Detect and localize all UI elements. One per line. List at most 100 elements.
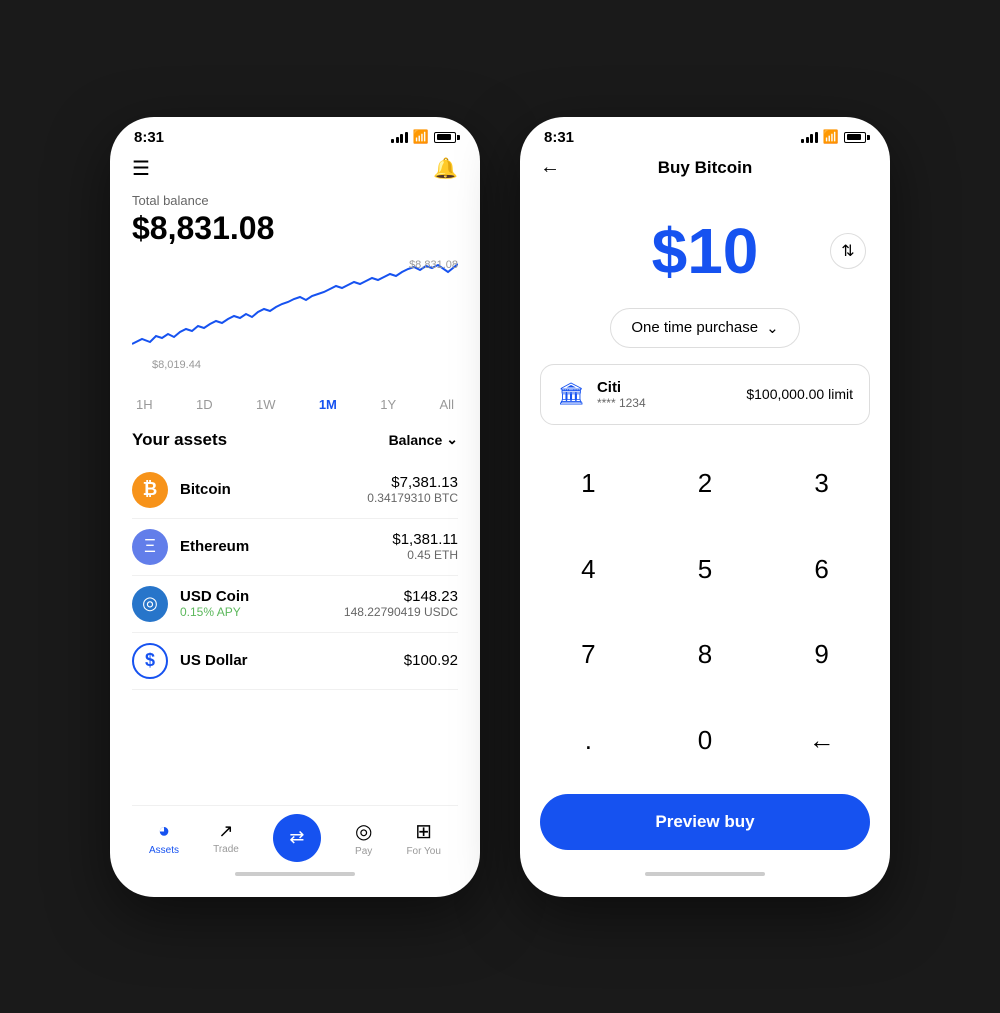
balance-label: Total balance	[132, 193, 458, 208]
trade-icon: ↗	[218, 821, 233, 842]
btc-amount: 0.34179310 BTC	[367, 491, 458, 505]
nav-trade[interactable]: ↗ Trade	[213, 821, 239, 855]
status-bar-right: 8:31 📶	[520, 117, 890, 150]
assets-icon: ◕	[158, 820, 170, 843]
home-indicator-left	[235, 872, 355, 876]
bank-info: Citi **** 1234	[597, 379, 734, 410]
chart-container: $8,831.08 $8,019.44	[132, 259, 458, 389]
bell-icon[interactable]: 🔔	[433, 156, 458, 181]
asset-list: ₿ Bitcoin $7,381.13 0.34179310 BTC Ξ Eth…	[132, 462, 458, 805]
left-phone-content: ☰ 🔔 Total balance $8,831.08 $8,831.08 $8…	[110, 150, 480, 880]
balance-sort[interactable]: Balance ⌄	[389, 431, 458, 448]
key-5[interactable]: 5	[647, 526, 764, 612]
btc-values: $7,381.13 0.34179310 BTC	[367, 474, 458, 505]
bank-number: **** 1234	[597, 396, 734, 410]
home-indicator-right	[645, 872, 765, 876]
filter-1d[interactable]: 1D	[192, 395, 217, 414]
asset-row-eth[interactable]: Ξ Ethereum $1,381.11 0.45 ETH	[132, 519, 458, 576]
chevron-down-icon-purchase: ⌄	[766, 319, 779, 337]
status-icons-left: 📶	[391, 129, 456, 145]
usd-values: $100.92	[404, 652, 458, 669]
preview-buy-button[interactable]: Preview buy	[540, 794, 870, 850]
purchase-type-dropdown[interactable]: One time purchase ⌄	[610, 308, 799, 348]
convert-icon: ⇅	[841, 241, 854, 261]
battery-icon	[434, 132, 456, 143]
filter-1m[interactable]: 1M	[315, 395, 341, 414]
usd-icon: $	[132, 643, 168, 679]
bottom-nav: ◕ Assets ↗ Trade ⇄ ◎ Pay ⊞ For You	[132, 805, 458, 866]
payment-card[interactable]: 🏛 Citi **** 1234 $100,000.00 limit	[540, 364, 870, 425]
right-phone: 8:31 📶 ← Buy Bitcoin $10 ⇅	[520, 117, 890, 897]
time-filters: 1H 1D 1W 1M 1Y All	[132, 395, 458, 414]
foryou-label: For You	[406, 846, 440, 857]
balance-amount: $8,831.08	[132, 210, 458, 247]
eth-icon: Ξ	[132, 529, 168, 565]
asset-row-usdc[interactable]: ◎ USD Coin 0.15% APY $148.23 148.2279041…	[132, 576, 458, 633]
usdc-icon: ◎	[132, 586, 168, 622]
filter-1y[interactable]: 1Y	[376, 395, 400, 414]
left-phone: 8:31 📶 ☰ 🔔 Total balance $8,831.08	[110, 117, 480, 897]
eth-values: $1,381.11 0.45 ETH	[392, 531, 458, 562]
page-title: Buy Bitcoin	[658, 158, 752, 178]
pay-icon: ◎	[355, 819, 372, 844]
pay-label: Pay	[355, 846, 372, 857]
top-nav: ☰ 🔔	[132, 150, 458, 193]
btc-value: $7,381.13	[367, 474, 458, 491]
key-8[interactable]: 8	[647, 612, 764, 698]
eth-name: Ethereum	[180, 538, 392, 555]
nav-assets[interactable]: ◕ Assets	[149, 820, 179, 856]
asset-row-btc[interactable]: ₿ Bitcoin $7,381.13 0.34179310 BTC	[132, 462, 458, 519]
chart-high-label: $8,831.08	[409, 259, 458, 271]
foryou-icon: ⊞	[415, 819, 432, 844]
purchase-type-section: One time purchase ⌄	[520, 308, 890, 364]
swap-icon: ⇄	[289, 827, 304, 848]
nav-swap-button[interactable]: ⇄	[273, 814, 321, 862]
right-phone-content: ← Buy Bitcoin $10 ⇅ One time purchase ⌄ …	[520, 150, 890, 880]
wifi-icon-right: 📶	[823, 129, 839, 145]
eth-amount: 0.45 ETH	[392, 548, 458, 562]
key-3[interactable]: 3	[763, 441, 880, 527]
key-9[interactable]: 9	[763, 612, 880, 698]
right-nav: ← Buy Bitcoin	[520, 150, 890, 190]
usdc-apy: 0.15% APY	[180, 605, 344, 619]
assets-header: Your assets Balance ⌄	[132, 430, 458, 450]
trade-label: Trade	[213, 844, 239, 855]
filter-1w[interactable]: 1W	[252, 395, 280, 414]
status-time-right: 8:31	[544, 129, 574, 146]
amount-section: $10 ⇅	[520, 190, 890, 308]
filter-all[interactable]: All	[436, 395, 458, 414]
numpad: 1 2 3 4 5 6 7 8 9 . 0 ←	[520, 441, 890, 784]
eth-info: Ethereum	[180, 538, 392, 555]
price-chart	[132, 259, 458, 369]
payment-section: 🏛 Citi **** 1234 $100,000.00 limit	[520, 364, 890, 441]
key-decimal[interactable]: .	[530, 698, 647, 784]
purchase-type-label: One time purchase	[631, 319, 758, 336]
menu-icon[interactable]: ☰	[132, 156, 150, 181]
usd-info: US Dollar	[180, 652, 404, 669]
usd-name: US Dollar	[180, 652, 404, 669]
filter-1h[interactable]: 1H	[132, 395, 157, 414]
usdc-values: $148.23 148.22790419 USDC	[344, 588, 458, 619]
usdc-amount: 148.22790419 USDC	[344, 605, 458, 619]
btc-info: Bitcoin	[180, 481, 367, 498]
key-2[interactable]: 2	[647, 441, 764, 527]
back-button[interactable]: ←	[540, 156, 560, 179]
asset-row-usd[interactable]: $ US Dollar $100.92	[132, 633, 458, 690]
key-7[interactable]: 7	[530, 612, 647, 698]
key-1[interactable]: 1	[530, 441, 647, 527]
preview-section: Preview buy	[520, 784, 890, 866]
usdc-value: $148.23	[344, 588, 458, 605]
key-0[interactable]: 0	[647, 698, 764, 784]
key-4[interactable]: 4	[530, 526, 647, 612]
status-bar-left: 8:31 📶	[110, 117, 480, 150]
status-icons-right: 📶	[801, 129, 866, 145]
signal-icon	[391, 132, 408, 143]
nav-pay[interactable]: ◎ Pay	[355, 819, 372, 857]
eth-value: $1,381.11	[392, 531, 458, 548]
balance-section: Total balance $8,831.08	[132, 193, 458, 247]
key-backspace[interactable]: ←	[763, 698, 880, 784]
convert-button[interactable]: ⇅	[830, 233, 866, 269]
key-6[interactable]: 6	[763, 526, 880, 612]
signal-icon-right	[801, 132, 818, 143]
nav-foryou[interactable]: ⊞ For You	[406, 819, 440, 857]
